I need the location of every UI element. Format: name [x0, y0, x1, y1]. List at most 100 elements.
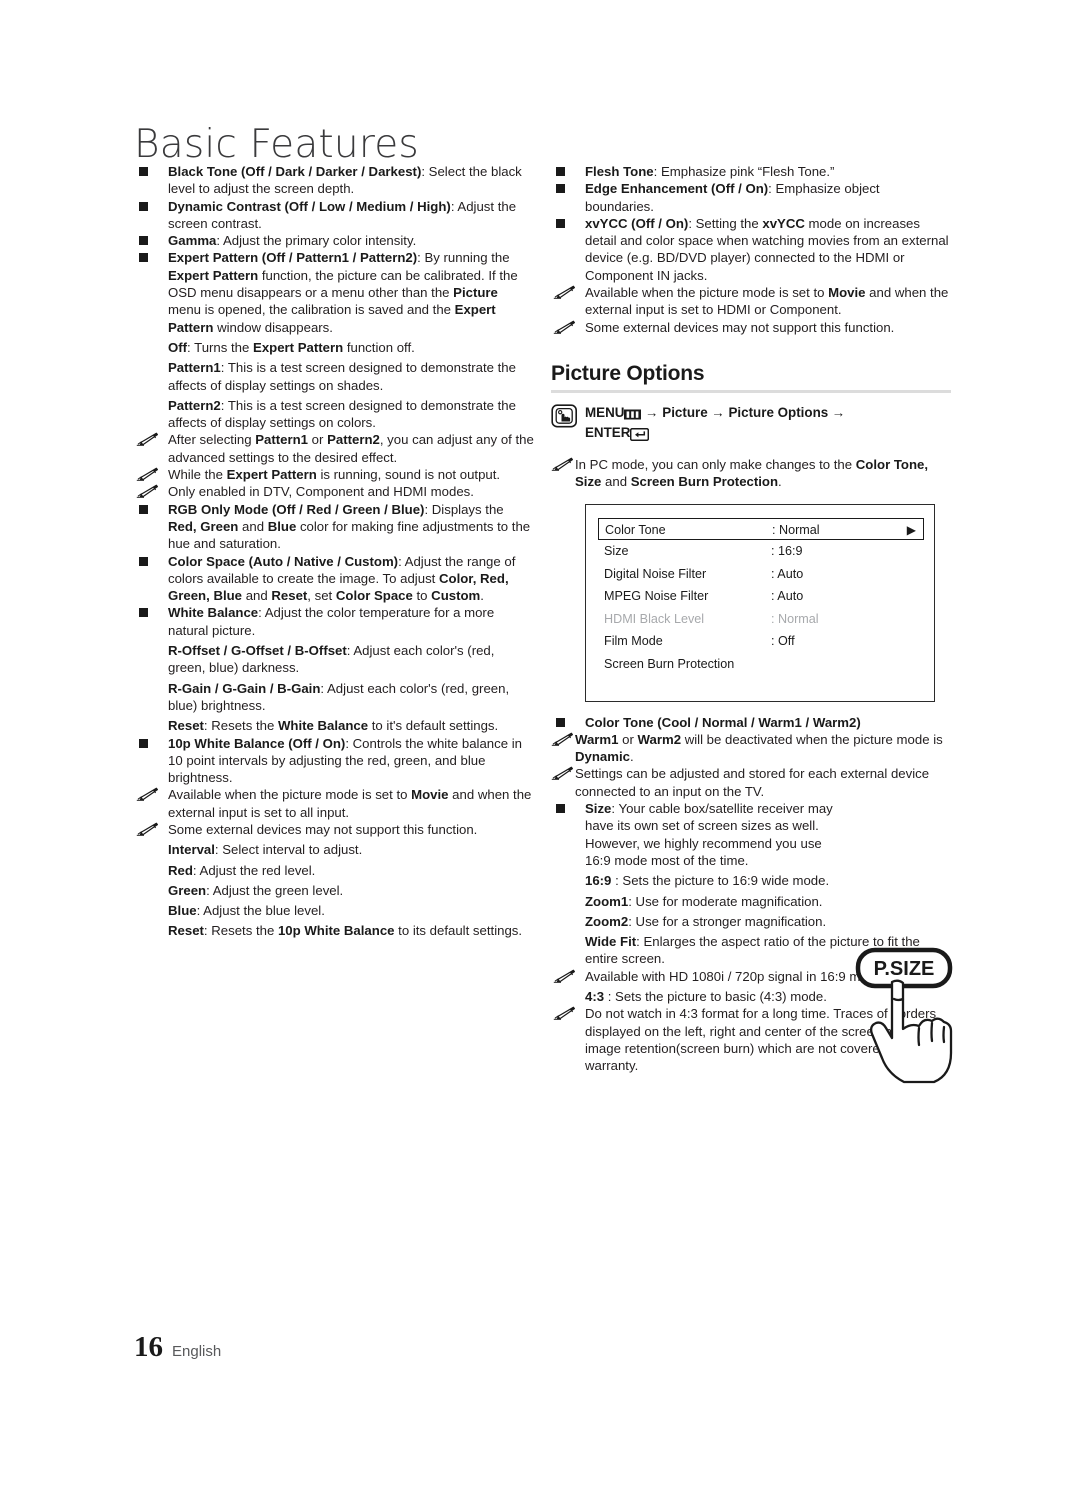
- bullet-item: Dynamic Contrast (Off / Low / Medium / H…: [134, 198, 534, 233]
- paragraph-item: Blue: Adjust the blue level.: [134, 902, 534, 919]
- note-item: Available when the picture mode is set t…: [134, 786, 534, 821]
- note-item-text: After selecting Pattern1 or Pattern2, yo…: [168, 432, 534, 465]
- paragraph-item-text: R-Offset / G-Offset / B-Offset: Adjust e…: [168, 643, 495, 676]
- bullet-item: Flesh Tone: Emphasize pink “Flesh Tone.”: [551, 163, 951, 180]
- osd-menu-row[interactable]: Size: 16:9: [598, 540, 924, 563]
- osd-row-value: : Auto: [771, 566, 804, 581]
- pc-mode-note: In PC mode, you can only make changes to…: [551, 456, 951, 491]
- note-item-text: Warm1 or Warm2 will be deactivated when …: [575, 731, 943, 765]
- paragraph-item: Pattern2: This is a test screen designed…: [134, 397, 534, 432]
- bullet-square-icon: [139, 608, 148, 618]
- bullet-square-icon: [139, 253, 148, 263]
- pencil-note-icon: [136, 822, 162, 837]
- section-divider: [551, 389, 951, 393]
- note-item: Some external devices may not support th…: [551, 319, 951, 336]
- pencil-note-icon: [553, 285, 579, 300]
- osd-row-label: Film Mode: [604, 634, 663, 649]
- note-item-text: Settings can be adjusted and stored for …: [575, 766, 930, 799]
- menu-path-menu-label: MENU: [585, 404, 625, 420]
- bullet-square-icon: [556, 167, 565, 176]
- note-item: Available when the picture mode is set t…: [551, 284, 951, 319]
- paragraph-item-text: Zoom2: Use for a stronger magnification.: [585, 913, 827, 929]
- note-item-text: Only enabled in DTV, Component and HDMI …: [168, 484, 474, 500]
- bullet-item: Color Tone (Cool / Normal / Warm1 / Warm…: [551, 714, 951, 731]
- pencil-note-icon: [551, 766, 577, 781]
- enter-return-icon: [630, 426, 650, 444]
- paragraph-item: Interval: Select interval to adjust.: [134, 841, 534, 858]
- osd-menu-row[interactable]: Screen Burn Protection: [598, 653, 924, 676]
- osd-rows: Color Tone: Normal ▶ Size: 16:9 Digital Noi…: [598, 517, 924, 676]
- osd-row-label: Digital Noise Filter: [604, 566, 707, 581]
- osd-row-value: : Auto: [771, 589, 804, 604]
- bullet-square-icon: [139, 167, 148, 176]
- manual-page: Basic Features Black Tone (Off / Dark / …: [0, 0, 1080, 1494]
- pencil-note-icon: [553, 1006, 579, 1021]
- pencil-note-icon: [553, 969, 579, 984]
- paragraph-item: Off: Turns the Expert Pattern function o…: [134, 339, 534, 356]
- paragraph-item: Reset: Resets the White Balance to it's …: [134, 717, 534, 734]
- paragraph-item-text: Reset: Resets the White Balance to it's …: [168, 718, 499, 734]
- osd-picture-options-menu[interactable]: Color Tone: Normal ▶ Size: 16:9 Digital Noi…: [585, 503, 935, 702]
- left-column: Black Tone (Off / Dark / Darker / Darkes…: [134, 152, 534, 940]
- bullet-item: RGB Only Mode (Off / Red / Green / Blue)…: [134, 501, 534, 553]
- menu-grid-icon: [624, 406, 642, 424]
- bullet-item: Size: Your cable box/satellite receiver …: [551, 800, 951, 869]
- paragraph-item: Reset: Resets the 10p White Balance to i…: [134, 922, 534, 939]
- note-item: After selecting Pattern1 or Pattern2, yo…: [134, 431, 534, 466]
- pc-mode-note-text: In PC mode, you can only make changes to…: [575, 456, 929, 490]
- pencil-note-icon: [553, 320, 579, 335]
- bullet-item-text: White Balance: Adjust the color temperat…: [168, 605, 495, 638]
- note-item: Only enabled in DTV, Component and HDMI …: [134, 483, 534, 500]
- bullet-item-text: xvYCC (Off / On): Setting the xvYCC mode…: [585, 215, 949, 283]
- bullet-square-icon: [556, 804, 565, 814]
- paragraph-item-text: Blue: Adjust the blue level.: [168, 903, 325, 919]
- bullet-item: White Balance: Adjust the color temperat…: [134, 604, 534, 639]
- note-item: While the Expert Pattern is running, sou…: [134, 466, 534, 483]
- paragraph-item-text: R-Gain / G-Gain / B-Gain: Adjust each co…: [168, 680, 510, 713]
- paragraph-item: Red: Adjust the red level.: [134, 862, 534, 879]
- osd-menu-row[interactable]: Film Mode: Off: [598, 630, 924, 653]
- pencil-note-icon: [136, 432, 162, 447]
- section-heading-picture-options: Picture Options: [551, 361, 705, 385]
- paragraph-item-text: Pattern2: This is a test screen designed…: [168, 397, 516, 431]
- osd-row-label: Color Tone: [605, 522, 666, 537]
- menu-path-enter-label: ENTER: [585, 424, 631, 440]
- bullet-item-text: Expert Pattern (Off / Pattern1 / Pattern…: [168, 250, 518, 335]
- menu-path: MENU → Picture → Picture Options → ENTER: [551, 404, 951, 444]
- paragraph-item-text: 4:3 : Sets the picture to basic (4:3) mo…: [585, 989, 827, 1005]
- paragraph-item: Pattern1: This is a test screen designed…: [134, 359, 534, 394]
- bullet-item-text: Black Tone (Off / Dark / Darker / Darkes…: [168, 164, 522, 197]
- paragraph-item-text: Red: Adjust the red level.: [168, 862, 316, 878]
- bullet-item: 10p White Balance (Off / On): Controls t…: [134, 735, 534, 787]
- bullet-item: Black Tone (Off / Dark / Darker / Darkes…: [134, 163, 534, 198]
- bullet-item-text: Dynamic Contrast (Off / Low / Medium / H…: [168, 198, 517, 231]
- chevron-right-icon[interactable]: ▶: [907, 519, 916, 542]
- pencil-note-icon: [136, 787, 162, 802]
- bullet-square-icon: [556, 717, 565, 727]
- note-item-text: Available when the picture mode is set t…: [168, 787, 532, 820]
- pencil-note-icon: [136, 484, 162, 499]
- bullet-item-text: Color Tone (Cool / Normal / Warm1 / Warm…: [585, 714, 861, 730]
- page-footer: 16 English: [134, 1331, 221, 1364]
- note-item: Some external devices may not support th…: [134, 821, 534, 838]
- paragraph-item: Zoom1: Use for moderate magnification.: [551, 893, 951, 910]
- paragraph-item-text: Pattern1: This is a test screen designed…: [168, 360, 516, 393]
- psize-button-label: P.SIZE: [874, 958, 935, 980]
- note-item: Settings can be adjusted and stored for …: [551, 765, 951, 800]
- osd-row-label: HDMI Black Level: [604, 611, 705, 626]
- note-item-text: Available when the picture mode is set t…: [585, 285, 949, 318]
- osd-menu-row[interactable]: Color Tone: Normal ▶: [598, 517, 924, 542]
- menu-path-middle-text: → Picture → Picture Options →: [641, 404, 846, 420]
- osd-menu-row[interactable]: MPEG Noise Filter: Auto: [598, 585, 924, 608]
- bullet-square-icon: [556, 218, 565, 228]
- osd-menu-row[interactable]: HDMI Black Level: Normal: [598, 608, 924, 631]
- osd-row-value: : 16:9: [771, 544, 803, 559]
- bullet-square-icon: [139, 738, 148, 748]
- bullet-item-text: RGB Only Mode (Off / Red / Green / Blue)…: [168, 501, 531, 552]
- paragraph-item: 16:9 : Sets the picture to 16:9 wide mod…: [551, 872, 951, 889]
- bullet-item: Gamma: Adjust the primary color intensit…: [134, 232, 534, 249]
- right-column-items-top: Flesh Tone: Emphasize pink “Flesh Tone.”…: [551, 163, 951, 336]
- paragraph-item-text: Zoom1: Use for moderate magnification.: [585, 893, 823, 909]
- osd-menu-row[interactable]: Digital Noise Filter : Auto: [598, 563, 924, 586]
- bullet-item-text: Edge Enhancement (Off / On): Emphasize o…: [585, 181, 880, 214]
